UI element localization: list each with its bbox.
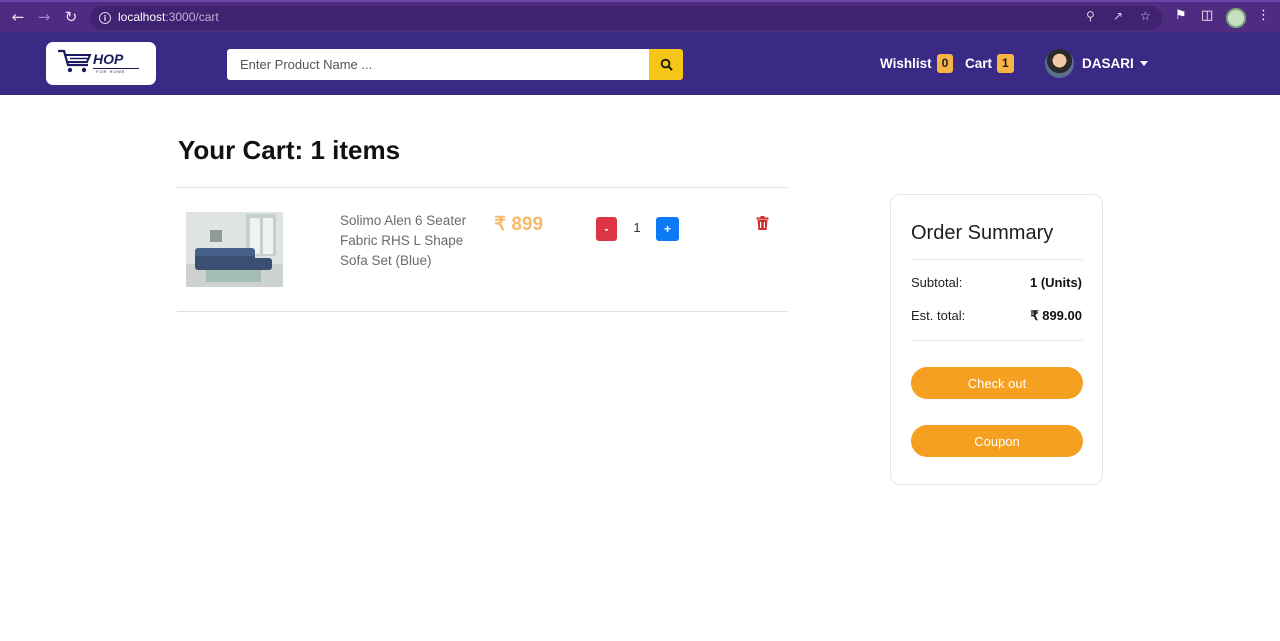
- increase-quantity-button[interactable]: +: [656, 217, 679, 241]
- page-title: Your Cart: 1 items: [178, 135, 400, 166]
- chevron-down-icon: [1139, 61, 1148, 66]
- extensions-icon[interactable]: ⚑: [1175, 8, 1187, 23]
- product-name[interactable]: Solimo Alen 6 Seater Fabric RHS L Shape …: [340, 211, 480, 271]
- order-summary-title: Order Summary: [911, 222, 1054, 244]
- product-price: ₹ 899: [494, 214, 544, 235]
- browser-profile-avatar[interactable]: [1226, 8, 1246, 28]
- subtotal-label: Subtotal:: [911, 275, 963, 290]
- cart-logo-icon: [58, 49, 92, 73]
- site-navbar: HOP FOR HOME Wishlist 0 Cart 1 DASARI: [0, 32, 1280, 95]
- wishlist-label: Wishlist: [880, 56, 932, 71]
- url-host: localhost: [118, 10, 166, 24]
- cart-divider-top: [177, 187, 787, 188]
- search-input[interactable]: [227, 49, 650, 80]
- side-panel-icon[interactable]: ◫: [1201, 8, 1213, 23]
- user-dropdown[interactable]: DASARI: [1045, 49, 1148, 78]
- search-button[interactable]: [649, 49, 683, 80]
- browser-menu-icon[interactable]: ⋮: [1257, 8, 1270, 23]
- key-icon[interactable]: ⚲: [1086, 9, 1095, 23]
- trash-icon[interactable]: [756, 216, 769, 230]
- sofa-image-icon: [186, 212, 283, 287]
- product-image[interactable]: [186, 212, 283, 287]
- summary-divider: [911, 259, 1083, 260]
- subtotal-value: 1 (Units): [1030, 275, 1082, 290]
- wishlist-count-badge: 0: [936, 54, 954, 73]
- user-name: DASARI: [1082, 56, 1134, 71]
- back-arrow-icon[interactable]: ←: [5, 4, 31, 30]
- coupon-button[interactable]: Coupon: [911, 425, 1083, 457]
- site-logo[interactable]: HOP FOR HOME: [46, 42, 156, 85]
- logo-subtext: FOR HOME: [96, 69, 126, 74]
- bookmark-star-icon[interactable]: ☆: [1140, 9, 1151, 23]
- address-bar[interactable]: i localhost:3000/cart ⚲ ↗ ☆: [90, 6, 1162, 30]
- forward-arrow-icon[interactable]: →: [31, 4, 57, 30]
- site-info-icon[interactable]: i: [99, 12, 111, 24]
- browser-toolbar: ← → ↻ i localhost:3000/cart ⚲ ↗ ☆ ⚑ ◫ ⋮: [0, 0, 1280, 32]
- cart-divider-bottom: [177, 311, 787, 312]
- url-text[interactable]: localhost:3000/cart: [118, 10, 219, 24]
- total-value: ₹ 899.00: [1030, 308, 1082, 323]
- reload-icon[interactable]: ↻: [58, 4, 84, 30]
- total-label: Est. total:: [911, 308, 966, 323]
- quantity-value: 1: [633, 220, 641, 235]
- share-icon[interactable]: ↗: [1113, 9, 1123, 23]
- url-path: :3000/cart: [165, 10, 219, 24]
- cart-item-count: 1 items: [310, 135, 401, 165]
- cart-label: Cart: [965, 56, 993, 71]
- summary-divider: [911, 340, 1083, 341]
- logo-text: HOP: [93, 51, 124, 67]
- order-summary-card: Order Summary Subtotal: 1 (Units) Est. t…: [890, 194, 1103, 485]
- wishlist-link[interactable]: Wishlist 0: [880, 54, 954, 73]
- cart-count-badge: 1: [997, 54, 1014, 73]
- decrease-quantity-button[interactable]: -: [596, 217, 617, 241]
- checkout-button[interactable]: Check out: [911, 367, 1083, 399]
- cart-title-prefix: Your Cart:: [178, 135, 304, 165]
- search-icon: [660, 58, 673, 71]
- avatar: [1045, 49, 1074, 78]
- cart-link[interactable]: Cart 1: [965, 54, 1014, 73]
